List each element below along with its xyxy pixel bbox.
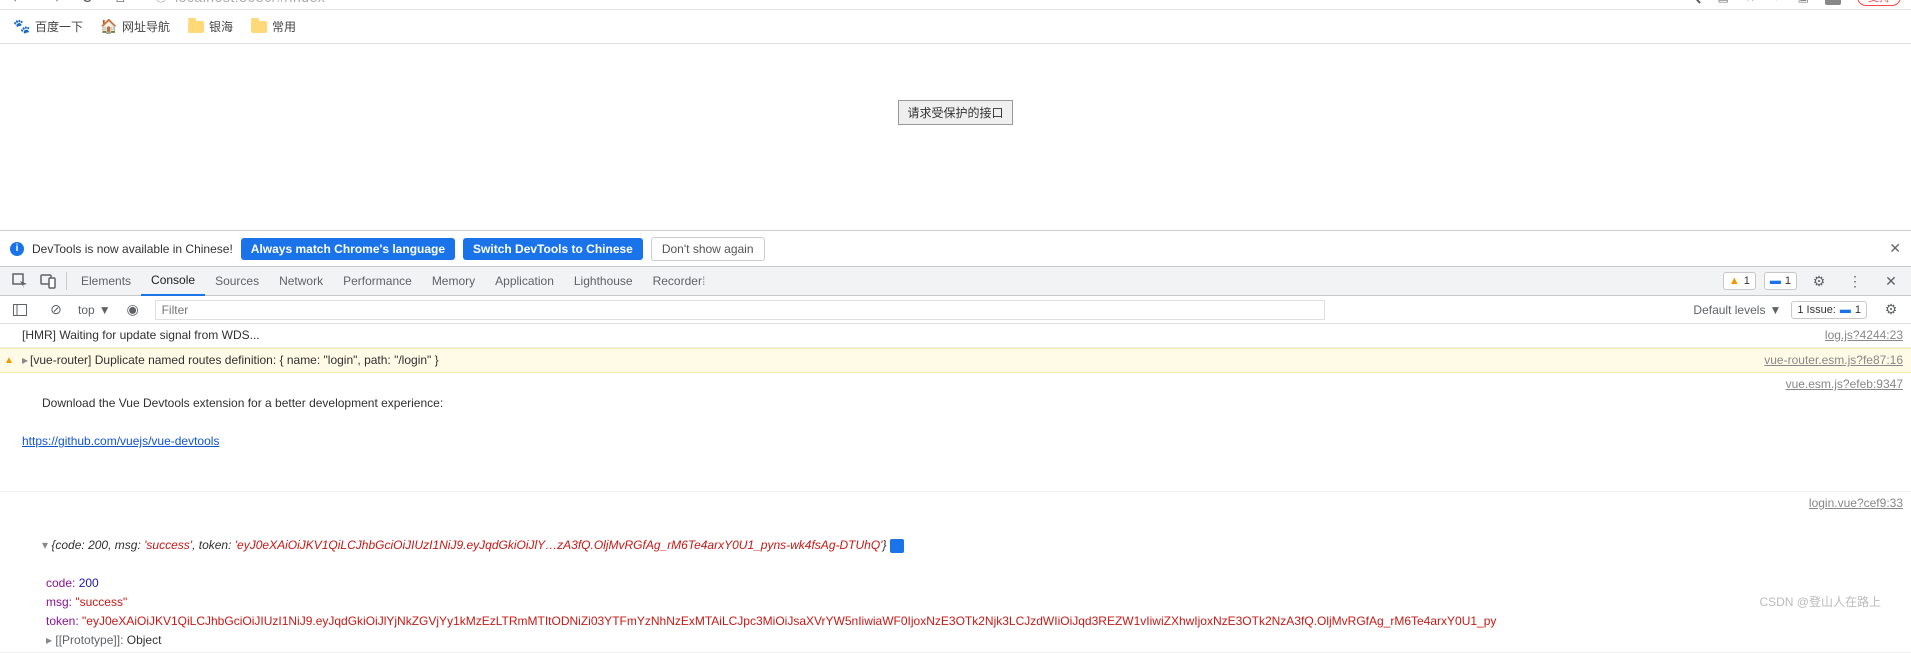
console-sidebar-toggle-icon[interactable] <box>6 296 34 324</box>
more-menu-icon[interactable]: ⋮ <box>1841 267 1869 295</box>
bookmark-label: 银海 <box>209 18 233 35</box>
folder-icon <box>251 21 267 33</box>
profile-icon[interactable] <box>1825 0 1841 5</box>
object-key: code <box>46 576 72 590</box>
object-key: token <box>46 614 75 628</box>
log-row: Download the Vue Devtools extension for … <box>0 373 1911 492</box>
browser-toolbar: ← → ⟳ ⌂ ⓘ localhost:8080/#/index 🔍 ▤ ☆ ✦… <box>0 0 1911 10</box>
info-icon: i <box>10 242 24 256</box>
device-toggle-icon[interactable] <box>34 267 62 295</box>
expand-triangle-icon[interactable]: ▸ <box>46 633 55 647</box>
tab-elements[interactable]: Elements <box>71 266 141 296</box>
chevron-down-icon: ▼ <box>99 303 111 317</box>
always-match-button[interactable]: Always match Chrome's language <box>241 238 455 260</box>
devtools-extension-link[interactable]: https://github.com/vuejs/vue-devtools <box>22 432 1766 451</box>
nav-home-icon[interactable]: ⌂ <box>115 0 125 7</box>
window-icon[interactable]: ▣ <box>1798 0 1809 4</box>
console-output: [HMR] Waiting for update signal from WDS… <box>0 324 1911 653</box>
nav-reload-icon[interactable]: ⟳ <box>82 0 95 8</box>
update-button[interactable]: 支持 <box>1857 0 1901 6</box>
log-message: ▸[vue-router] Duplicate named routes def… <box>22 351 1744 370</box>
tab-application[interactable]: Application <box>485 266 564 296</box>
tab-lighthouse[interactable]: Lighthouse <box>564 266 643 296</box>
bookmark-baidu[interactable]: 🐾 百度一下 <box>14 18 83 35</box>
object-key: msg <box>46 595 69 609</box>
log-message: Download the Vue Devtools extension for … <box>22 375 1766 489</box>
bookmark-label: 常用 <box>272 18 296 35</box>
bookmark-label: 网址导航 <box>122 18 170 35</box>
nav-2345-icon: 🏠 <box>101 19 117 35</box>
log-message: [HMR] Waiting for update signal from WDS… <box>22 326 1805 345</box>
expand-triangle-icon[interactable]: ▸ <box>22 353 28 367</box>
object-value: "success" <box>75 595 127 609</box>
tab-memory[interactable]: Memory <box>422 266 485 296</box>
log-source-link[interactable]: vue-router.esm.js?fe87:16 <box>1744 351 1903 370</box>
close-icon[interactable]: ✕ <box>1889 240 1901 257</box>
log-object: ▾ {code: 200, msg: 'success', token: 'ey… <box>0 515 1911 653</box>
tab-recorder[interactable]: Recorder ⁞ <box>643 266 716 296</box>
page-content: 请求受保护的接口 <box>0 44 1911 230</box>
log-row: [HMR] Waiting for update signal from WDS… <box>0 324 1911 348</box>
prototype-key[interactable]: [[Prototype]] <box>55 633 120 647</box>
log-source-link[interactable]: login.vue?cef9:33 <box>1789 494 1903 513</box>
prototype-value[interactable]: Object <box>127 633 162 647</box>
execution-context-select[interactable]: top ▼ <box>78 303 111 317</box>
devtools-close-icon[interactable]: ✕ <box>1877 267 1905 295</box>
nav-forward-icon[interactable]: → <box>46 0 62 7</box>
bookmark-label: 百度一下 <box>35 18 83 35</box>
live-expression-icon[interactable]: ◉ <box>119 296 147 324</box>
info-badge[interactable]: ▬1 <box>1764 272 1797 290</box>
search-icon[interactable]: 🔍 <box>1687 0 1702 4</box>
inspect-element-icon[interactable] <box>6 267 34 295</box>
bookmarks-bar: 🐾 百度一下 🏠 网址导航 银海 常用 <box>0 10 1911 44</box>
log-source-link[interactable]: log.js?4244:23 <box>1805 326 1903 345</box>
object-summary[interactable]: {code: 200, msg: 'success', token: 'eyJ0… <box>51 538 886 552</box>
log-row: login.vue?cef9:33 <box>0 492 1911 515</box>
settings-gear-icon[interactable]: ⚙ <box>1805 267 1833 295</box>
folder-icon <box>188 21 204 33</box>
request-protected-button[interactable]: 请求受保护的接口 <box>898 100 1012 125</box>
chevron-down-icon: ▼ <box>1769 303 1781 317</box>
object-value: "eyJ0eXAiOiJKV1QiLCJhbGciOiJIUzI1NiJ9.ey… <box>82 614 1496 628</box>
copy-object-icon[interactable] <box>890 539 904 553</box>
log-source-link[interactable]: vue.esm.js?efeb:9347 <box>1766 375 1903 489</box>
url-text[interactable]: localhost:8080/#/index <box>175 0 325 5</box>
object-value: 200 <box>79 576 99 590</box>
puzzle-icon[interactable]: ✦ <box>1772 0 1782 4</box>
baidu-icon: 🐾 <box>14 19 30 35</box>
devtools-tabs: Elements Console Sources Network Perform… <box>0 266 1911 296</box>
log-levels-select[interactable]: Default levels ▼ <box>1693 303 1781 317</box>
bookmark-star-icon[interactable]: ☆ <box>1745 0 1756 4</box>
tab-network[interactable]: Network <box>269 266 333 296</box>
tab-console[interactable]: Console <box>141 266 205 296</box>
collapse-triangle-icon[interactable]: ▾ <box>42 538 51 552</box>
divider <box>66 272 67 290</box>
bookmark-folder-yinhai[interactable]: 银海 <box>188 18 233 35</box>
console-settings-gear-icon[interactable]: ⚙ <box>1877 296 1905 324</box>
site-info-icon[interactable]: ⓘ <box>155 0 167 5</box>
language-notice-text: DevTools is now available in Chinese! <box>32 242 233 256</box>
qr-icon[interactable]: ▤ <box>1717 0 1728 4</box>
nav-back-icon[interactable]: ← <box>10 0 26 7</box>
issues-badge[interactable]: 1 Issue: ▬ 1 <box>1791 301 1867 319</box>
bookmark-folder-common[interactable]: 常用 <box>251 18 296 35</box>
warnings-badge[interactable]: ▲1 <box>1723 272 1756 290</box>
log-row-warning: ▸[vue-router] Duplicate named routes def… <box>0 348 1911 373</box>
bookmark-2345[interactable]: 🏠 网址导航 <box>101 18 170 35</box>
switch-to-chinese-button[interactable]: Switch DevTools to Chinese <box>463 238 643 260</box>
devtools-language-bar: i DevTools is now available in Chinese! … <box>0 230 1911 266</box>
tab-sources[interactable]: Sources <box>205 266 269 296</box>
tab-performance[interactable]: Performance <box>333 266 422 296</box>
console-filter-input[interactable] <box>155 300 1325 320</box>
console-toolbar: ⊘ top ▼ ◉ Default levels ▼ 1 Issue: ▬ 1 … <box>0 296 1911 324</box>
clear-console-icon[interactable]: ⊘ <box>42 296 70 324</box>
dont-show-again-button[interactable]: Don't show again <box>651 237 765 261</box>
